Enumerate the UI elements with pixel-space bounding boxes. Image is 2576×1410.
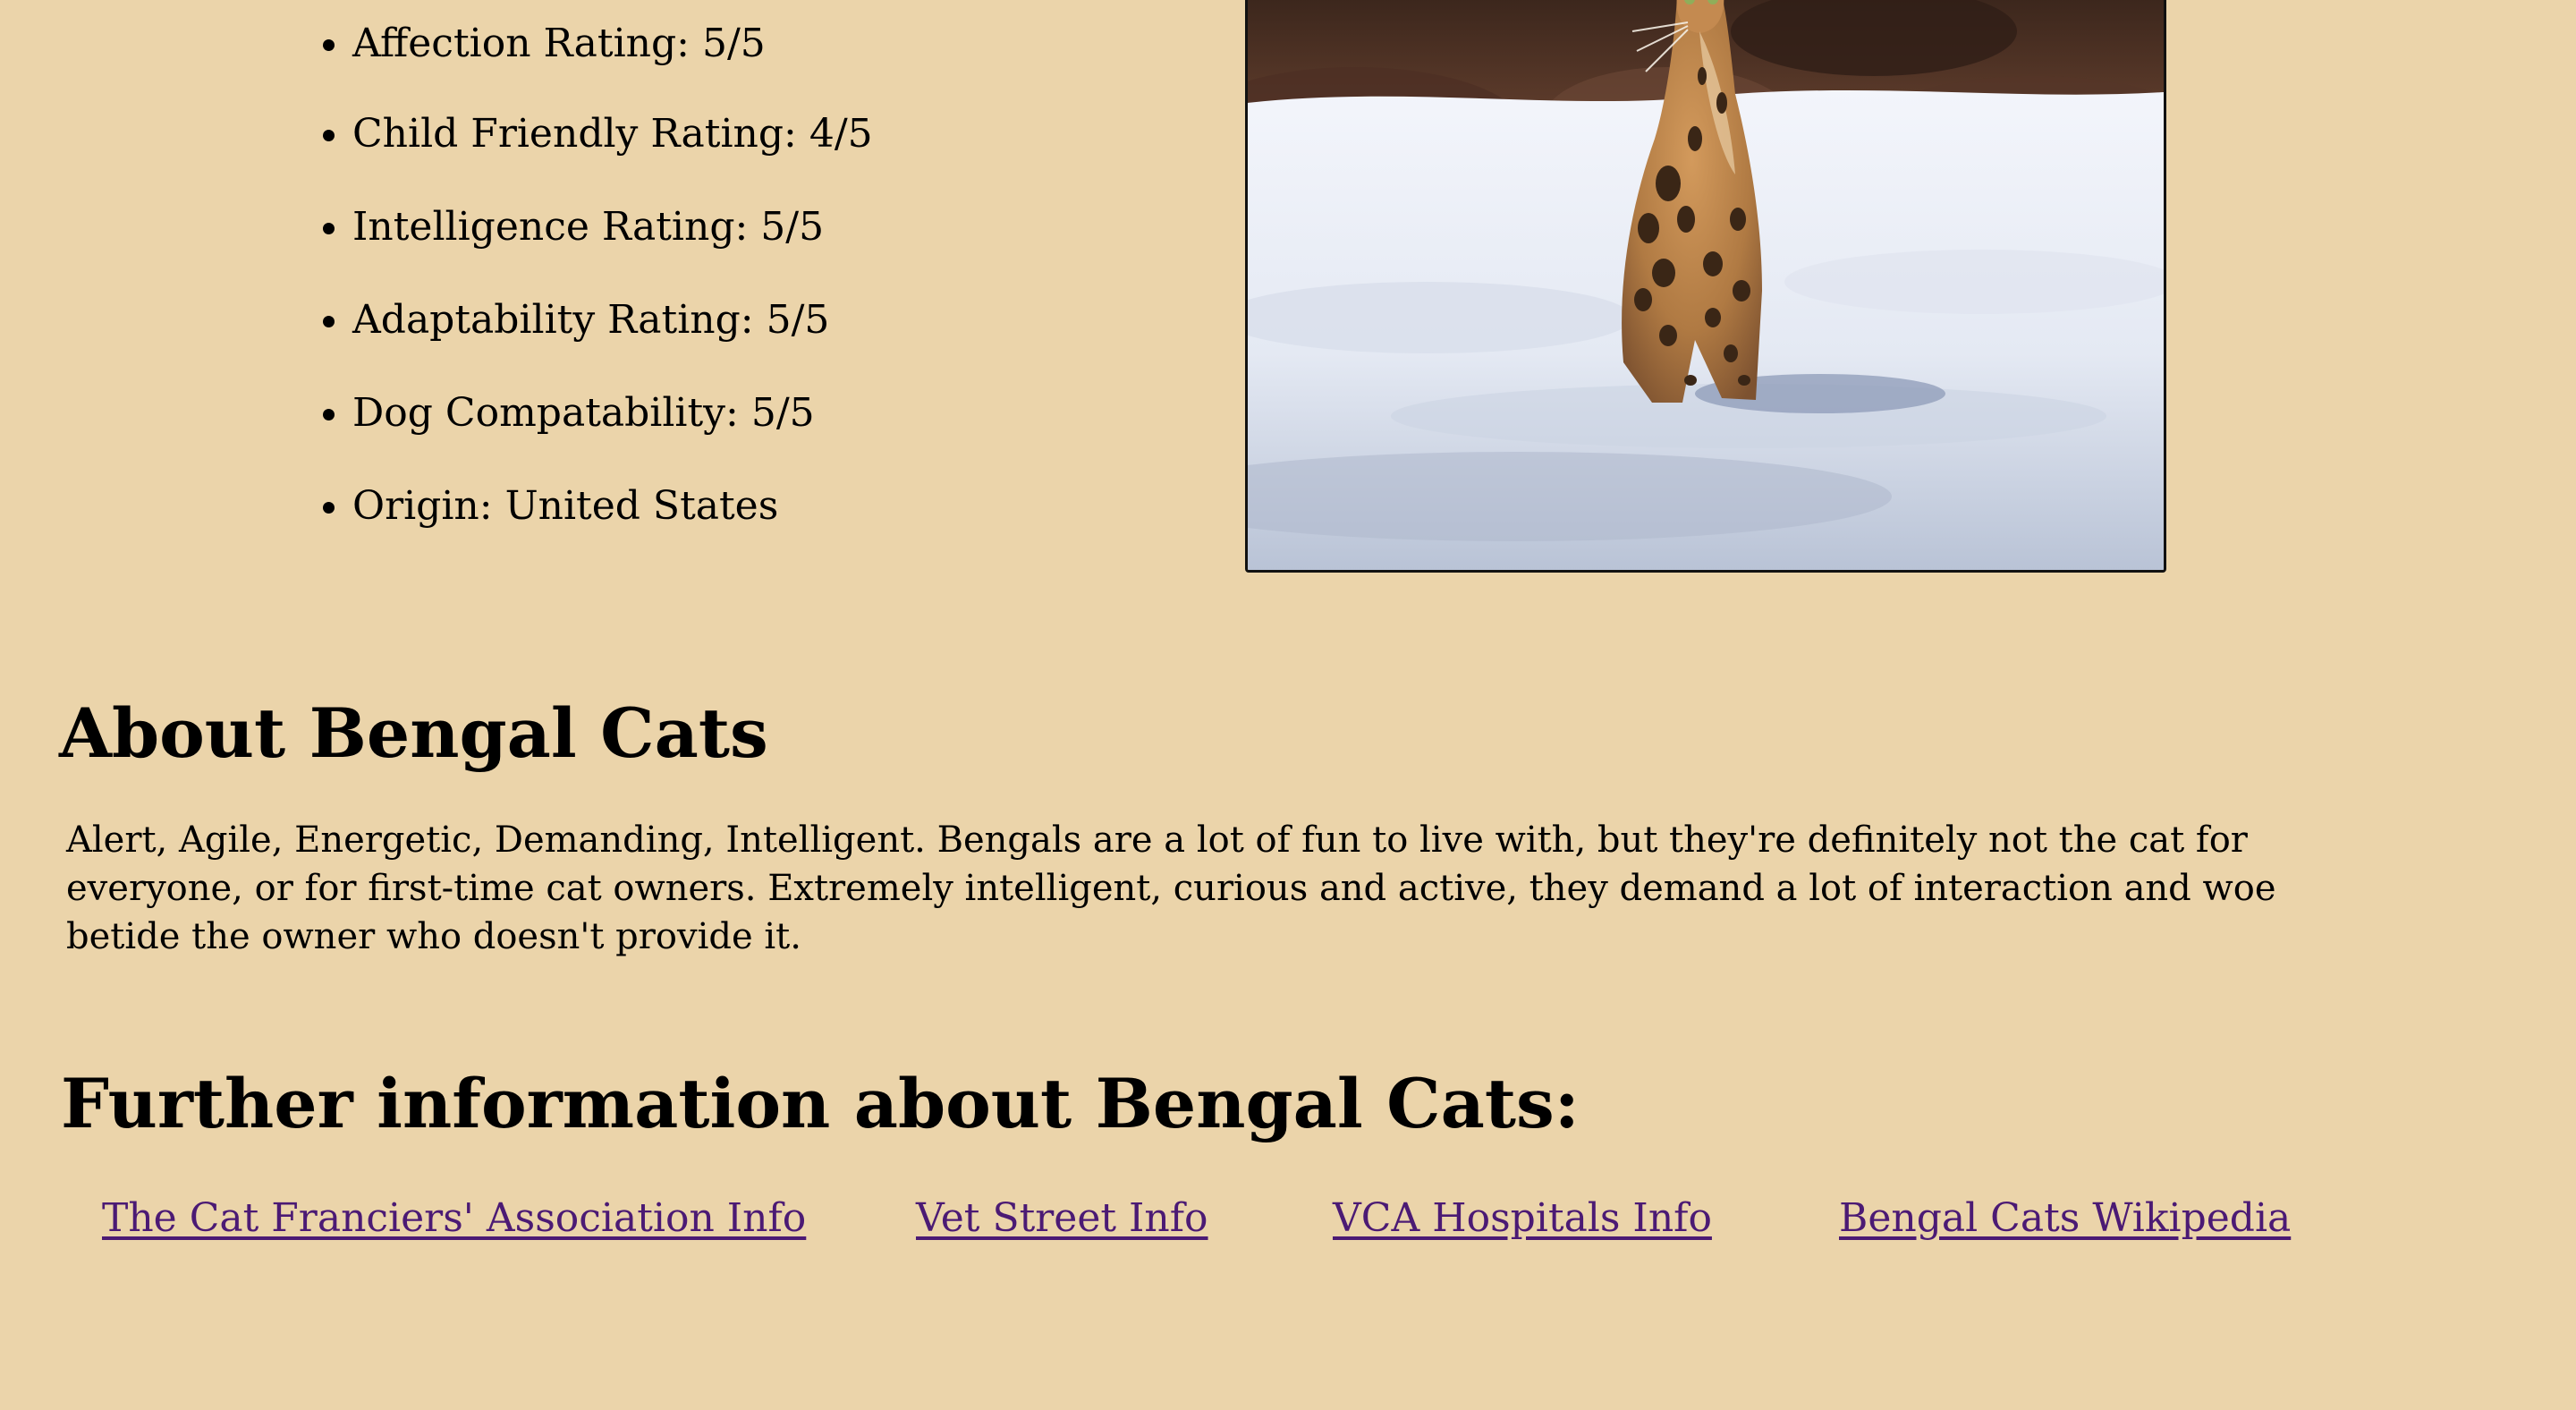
about-heading: About Bengal Cats bbox=[59, 693, 768, 773]
fact-child-friendly-rating: Child Friendly Rating: 4/5 bbox=[352, 88, 873, 181]
fact-affection-rating: Affection Rating: 5/5 bbox=[352, 0, 873, 88]
bengal-cat-photo bbox=[1245, 0, 2166, 573]
link-cat-franciers-association[interactable]: The Cat Franciers' Association Info bbox=[102, 1195, 806, 1241]
breed-facts-list: Affection Rating: 5/5 Child Friendly Rat… bbox=[268, 0, 873, 553]
fact-adaptability-rating: Adaptability Rating: 5/5 bbox=[352, 274, 873, 367]
about-description: Alert, Agile, Energetic, Demanding, Inte… bbox=[66, 820, 2276, 957]
link-bengal-cats-wikipedia[interactable]: Bengal Cats Wikipedia bbox=[1839, 1195, 2291, 1241]
further-info-links: The Cat Franciers' Association Info Vet … bbox=[0, 1195, 2576, 1249]
fact-origin: Origin: United States bbox=[352, 460, 873, 553]
link-vca-hospitals[interactable]: VCA Hospitals Info bbox=[1333, 1195, 1712, 1241]
fact-intelligence-rating: Intelligence Rating: 5/5 bbox=[352, 181, 873, 274]
link-vet-street[interactable]: Vet Street Info bbox=[916, 1195, 1208, 1241]
fact-dog-compatability: Dog Compatability: 5/5 bbox=[352, 367, 873, 460]
further-info-heading: Further information about Bengal Cats: bbox=[61, 1064, 1580, 1143]
bengal-cat-in-snow-image bbox=[1248, 0, 2164, 570]
